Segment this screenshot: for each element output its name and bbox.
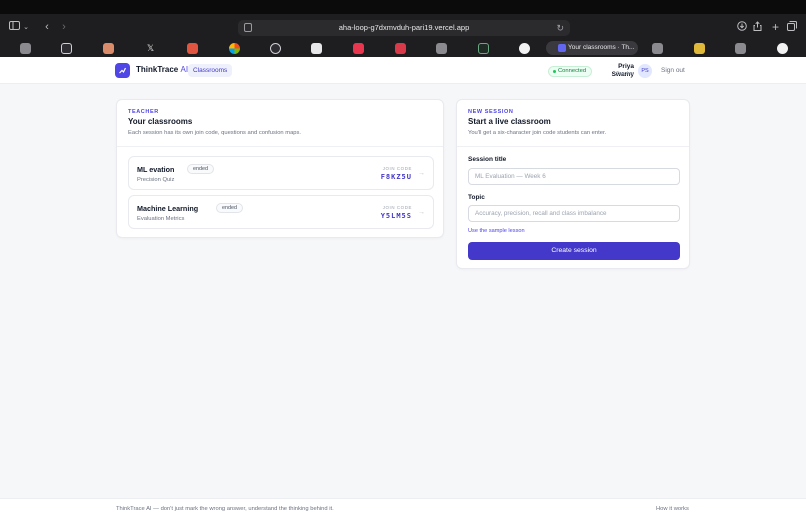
join-code-label: JOIN CODE [382, 166, 412, 171]
thinktrace-tab-icon [558, 44, 566, 52]
tab-overview-icon[interactable] [786, 21, 797, 34]
new-session-title: Start a live classroom [468, 117, 551, 126]
create-session-button[interactable]: Create session [468, 242, 680, 260]
user-role: Teacher [616, 71, 634, 77]
topic-input[interactable] [468, 205, 680, 222]
divider [457, 146, 689, 147]
sign-out-button[interactable]: Sign out [661, 66, 685, 76]
pinned-tab-icon[interactable] [61, 43, 72, 54]
classrooms-eyebrow: TEACHER [128, 109, 159, 115]
os-top-bar [0, 0, 806, 14]
avatar[interactable]: PS [638, 64, 652, 78]
session-status-badge: ended [216, 203, 243, 213]
pinned-tab-icon[interactable] [103, 43, 114, 54]
browser-chrome: ⌄ ‹ › aha-loop-g7dxmvduh-pari19.vercel.a… [0, 14, 806, 57]
nav-classrooms[interactable]: Classrooms [188, 64, 233, 77]
browser-toolbar: ⌄ ‹ › aha-loop-g7dxmvduh-pari19.vercel.a… [0, 14, 806, 41]
new-session-eyebrow: NEW SESSION [468, 109, 514, 115]
pinned-tab-icon[interactable] [311, 43, 322, 54]
brand-name-text: ThinkTrace [136, 65, 179, 74]
connection-status-text: Connected [558, 68, 587, 74]
pinned-tab-icon[interactable] [187, 43, 198, 54]
github-icon[interactable] [777, 43, 788, 54]
x-logo-icon[interactable]: 𝕏 [145, 43, 156, 54]
pinned-tab-icon[interactable] [478, 43, 489, 54]
address-bar[interactable]: aha-loop-g7dxmvduh-pari19.vercel.app ↻ [238, 20, 570, 36]
footer-tagline: ThinkTrace AI — don't just mark the wron… [116, 506, 334, 512]
classrooms-subtitle: Each session has its own join code, ques… [128, 130, 302, 136]
download-icon[interactable] [736, 21, 747, 34]
reload-icon[interactable]: ↻ [556, 22, 564, 34]
topic-label: Topic [468, 194, 485, 201]
brand-suffix: AI [180, 65, 189, 74]
pinned-tabs: 𝕏 Your classrooms · Th... [0, 41, 806, 57]
arrow-right-icon: → [418, 170, 425, 177]
chevron-down-icon[interactable]: ⌄ [22, 21, 30, 34]
connection-status-badge: Connected [548, 66, 593, 77]
how-it-works-link[interactable]: How it works [656, 506, 689, 512]
logo-icon[interactable] [115, 63, 130, 78]
active-tab[interactable]: Your classrooms · Th... [546, 41, 638, 55]
divider [117, 146, 443, 147]
pinned-tab-icon[interactable] [353, 43, 364, 54]
forward-arrow-icon[interactable]: › [59, 21, 69, 34]
pinned-tab-icon[interactable] [652, 43, 663, 54]
session-topic: Evaluation Metrics [137, 216, 185, 222]
pinned-tab-icon[interactable] [395, 43, 406, 54]
pinned-tab-icon[interactable] [229, 43, 240, 54]
session-row[interactable]: ML evation ended Precision Quiz JOIN COD… [128, 156, 434, 190]
footer: ThinkTrace AI — don't just mark the wron… [0, 498, 806, 521]
brand-name[interactable]: ThinkTrace AI [136, 64, 188, 76]
new-tab-icon[interactable]: + [770, 21, 781, 34]
share-icon[interactable] [752, 21, 763, 34]
classrooms-card: TEACHER Your classrooms Each session has… [116, 99, 444, 238]
join-code: F8KZ5U [380, 173, 412, 181]
join-code-label: JOIN CODE [382, 205, 412, 210]
sidebar-toggle-icon[interactable] [8, 21, 20, 34]
session-title: ML evation [137, 165, 175, 174]
session-row[interactable]: Machine Learning ended Evaluation Metric… [128, 195, 434, 229]
pinned-tab-icon[interactable] [436, 43, 447, 54]
session-topic: Precision Quiz [137, 177, 175, 183]
pinned-tab-icon[interactable] [735, 43, 746, 54]
session-title: Machine Learning [137, 204, 199, 213]
back-arrow-icon[interactable]: ‹ [42, 21, 52, 34]
pinned-tab-icon[interactable] [270, 43, 281, 54]
new-session-card: NEW SESSION Start a live classroom You'l… [456, 99, 690, 269]
session-title-input[interactable] [468, 168, 680, 185]
join-code: Y5LM5S [380, 212, 412, 220]
url-text: aha-loop-g7dxmvduh-pari19.vercel.app [338, 23, 470, 32]
pinned-tab-icon[interactable] [20, 43, 31, 54]
status-dot-icon [553, 70, 556, 73]
session-status-badge: ended [187, 164, 214, 174]
classrooms-title: Your classrooms [128, 117, 193, 126]
arrow-right-icon: → [418, 209, 425, 216]
pinned-tab-icon[interactable] [694, 43, 705, 54]
use-sample-lesson-link[interactable]: Use the sample lesson [468, 228, 525, 234]
session-title-label: Session title [468, 156, 507, 163]
pinned-tab-icon[interactable] [519, 43, 530, 54]
active-tab-label: Your classrooms · Th... [568, 44, 635, 51]
app-header: ThinkTrace AI Classrooms Connected Priya… [0, 57, 806, 84]
new-session-subtitle: You'll get a six-character join code stu… [468, 130, 607, 136]
